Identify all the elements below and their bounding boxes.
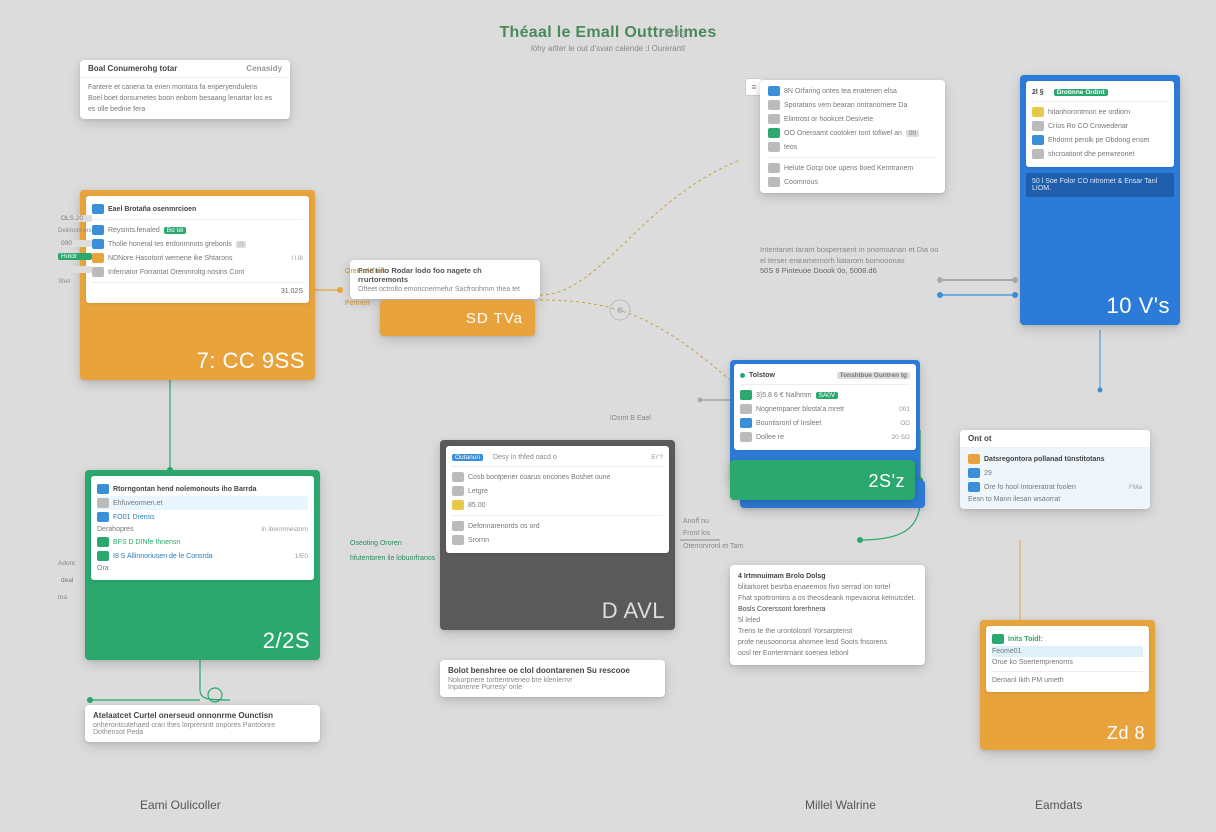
card-blue-right[interactable]: 2l §Drotmne Ordint hitanhorontmon ee ord…: [1020, 75, 1180, 325]
card-dark-mid[interactable]: OutanunDesy in thfed oacd oEr’? Cosb bon…: [440, 440, 675, 630]
footer-right: Eamdats: [1035, 798, 1082, 812]
page-subtitle: löhy arlter le out d'svan calende :l Our…: [531, 44, 685, 53]
label-l1: Orente'l Tosn: [345, 268, 386, 275]
metric-orange: 7: CC 9SS: [197, 348, 305, 374]
card-note-mid: Bolot benshree oe clol doontarenen Su re…: [440, 660, 665, 697]
card-orange-main[interactable]: Eael Brotaña osenmrcioen Reysints.fenale…: [80, 190, 315, 380]
label-l7: lOsmt B Eael: [610, 415, 651, 422]
card-stack-green[interactable]: 2S'z: [730, 460, 915, 500]
orange-left-tags: OLS.20 Delimom ors 000 Hotdr Shel: [58, 215, 92, 285]
blue-strip: 50 l Soe Folor CO nitrornet & Ensar Tanl…: [1026, 173, 1174, 197]
card-top-left: Boal Conumerohg totarCenasidy Fantere et…: [80, 60, 290, 119]
card-green-left[interactable]: Rtorngontan hend nolemonouts iho Barrda …: [85, 470, 320, 660]
token-orange[interactable]: SD TVa: [380, 300, 535, 336]
card-orange-br[interactable]: Inits Toidl: Feome01 Orue ko Soertempren…: [980, 620, 1155, 750]
label-l8: Anoff nu: [683, 518, 709, 525]
metric-blue: 10 V's: [1107, 293, 1170, 319]
page-tag: Dorg: [664, 28, 686, 39]
token-value: SD TVa: [466, 310, 523, 327]
label-l6: Oterrorvronl et Tarn: [683, 543, 744, 550]
metric-green-left: 2/2S: [263, 628, 310, 654]
metric-dark: D AVL: [602, 598, 665, 624]
label-l3: Oseoting Ororen: [350, 540, 402, 547]
green-left-tags: Adont deal tna: [58, 560, 76, 601]
footer-mid: Millel Walrine: [805, 798, 876, 812]
card-note-bl: Atelaatcet Curtel onerseud onnonrme Ounc…: [85, 705, 320, 742]
card-token-note: Fme tiño Rodar lodo foo nagete ch rrurto…: [350, 260, 540, 299]
footer-left: Eami Oulicoller: [140, 798, 221, 812]
label-l5: Front los: [683, 530, 710, 537]
card-col3-text: 4 Irtmnuimam Brolo Dolsg blitarkoret bes…: [730, 565, 925, 665]
card-col3-small: Ont ot Datsregontora pollanad tünstitota…: [960, 430, 1150, 509]
metric-orange-br: Zd 8: [1107, 723, 1145, 744]
card-heading: Boal Conumerohg totar: [88, 64, 177, 73]
metric-stack: 2S'z: [869, 471, 905, 492]
card-col2-top: 8N Orfaring ontes tea enatenen elsa Spor…: [760, 80, 945, 193]
col2-footer-note: Intentanet tarant bosperraent in onomoan…: [760, 245, 960, 277]
label-l2: Pertnerr: [345, 300, 370, 307]
label-l4: hfutentoren ile lobuorfranos: [350, 555, 435, 562]
